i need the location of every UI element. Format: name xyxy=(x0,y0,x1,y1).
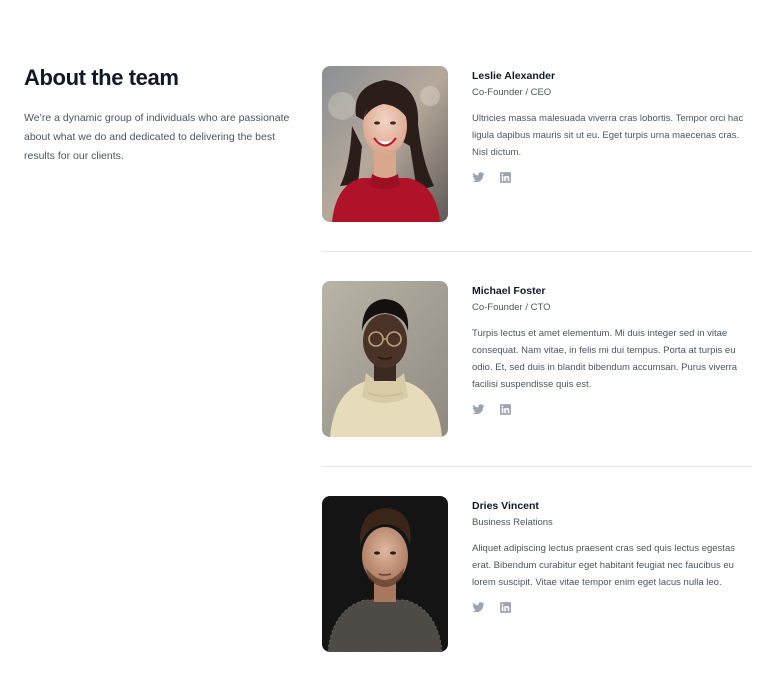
member-bio: Ultricies massa malesuada viverra cras l… xyxy=(472,113,744,158)
member-name: Leslie Alexander xyxy=(472,70,556,82)
member-name: Dries Vincent xyxy=(472,500,539,512)
portrait-woman-image xyxy=(322,66,448,222)
member-bio: Turpis lectus et amet elementum. Mi duis… xyxy=(472,328,738,390)
team-member-leslie-alexander: Leslie Alexander Co-Founder / CEO Ultric… xyxy=(322,66,752,222)
team-intro: About the team We’re a dynamic group of … xyxy=(24,64,294,166)
linkedin-icon[interactable]: LinkedIn xyxy=(499,601,512,614)
linkedin-label: LinkedIn xyxy=(499,416,500,417)
member-divider xyxy=(322,251,752,252)
member-role: Co-Founder / CEO xyxy=(472,87,552,98)
portrait-man-dark-image xyxy=(322,496,448,652)
team-member-michael-foster: Michael Foster Co-Founder / CTO Turpis l… xyxy=(322,281,752,437)
member-divider xyxy=(322,466,752,467)
member-role: Business Relations xyxy=(472,517,553,528)
member-photo xyxy=(322,496,448,652)
twitter-label: Twitter xyxy=(472,416,473,417)
member-info: Michael Foster Co-Founder / CTO Turpis l… xyxy=(472,281,752,437)
linkedin-icon[interactable]: LinkedIn xyxy=(499,403,512,416)
member-info: Dries Vincent Business Relations Aliquet… xyxy=(472,496,752,652)
section-title: About the team xyxy=(24,65,179,90)
linkedin-label: LinkedIn xyxy=(499,184,500,185)
social-links: Twitter LinkedIn xyxy=(472,171,752,184)
social-links: Twitter LinkedIn xyxy=(472,403,752,416)
social-links: Twitter LinkedIn xyxy=(472,601,752,614)
twitter-icon[interactable]: Twitter xyxy=(472,403,485,416)
member-name: Michael Foster xyxy=(472,285,546,297)
member-role: Co-Founder / CTO xyxy=(472,302,551,313)
linkedin-label: LinkedIn xyxy=(499,614,500,615)
member-bio: Aliquet adipiscing lectus praesent cras … xyxy=(472,543,735,588)
twitter-label: Twitter xyxy=(472,184,473,185)
twitter-icon[interactable]: Twitter xyxy=(472,171,485,184)
twitter-label: Twitter xyxy=(472,614,473,615)
portrait-man-glasses-image xyxy=(322,281,448,437)
member-photo xyxy=(322,66,448,222)
member-photo xyxy=(322,281,448,437)
twitter-icon[interactable]: Twitter xyxy=(472,601,485,614)
member-info: Leslie Alexander Co-Founder / CEO Ultric… xyxy=(472,66,752,222)
linkedin-icon[interactable]: LinkedIn xyxy=(499,171,512,184)
section-description: We’re a dynamic group of individuals who… xyxy=(24,112,290,162)
team-list: Leslie Alexander Co-Founder / CEO Ultric… xyxy=(322,66,752,652)
team-member-dries-vincent: Dries Vincent Business Relations Aliquet… xyxy=(322,496,752,652)
